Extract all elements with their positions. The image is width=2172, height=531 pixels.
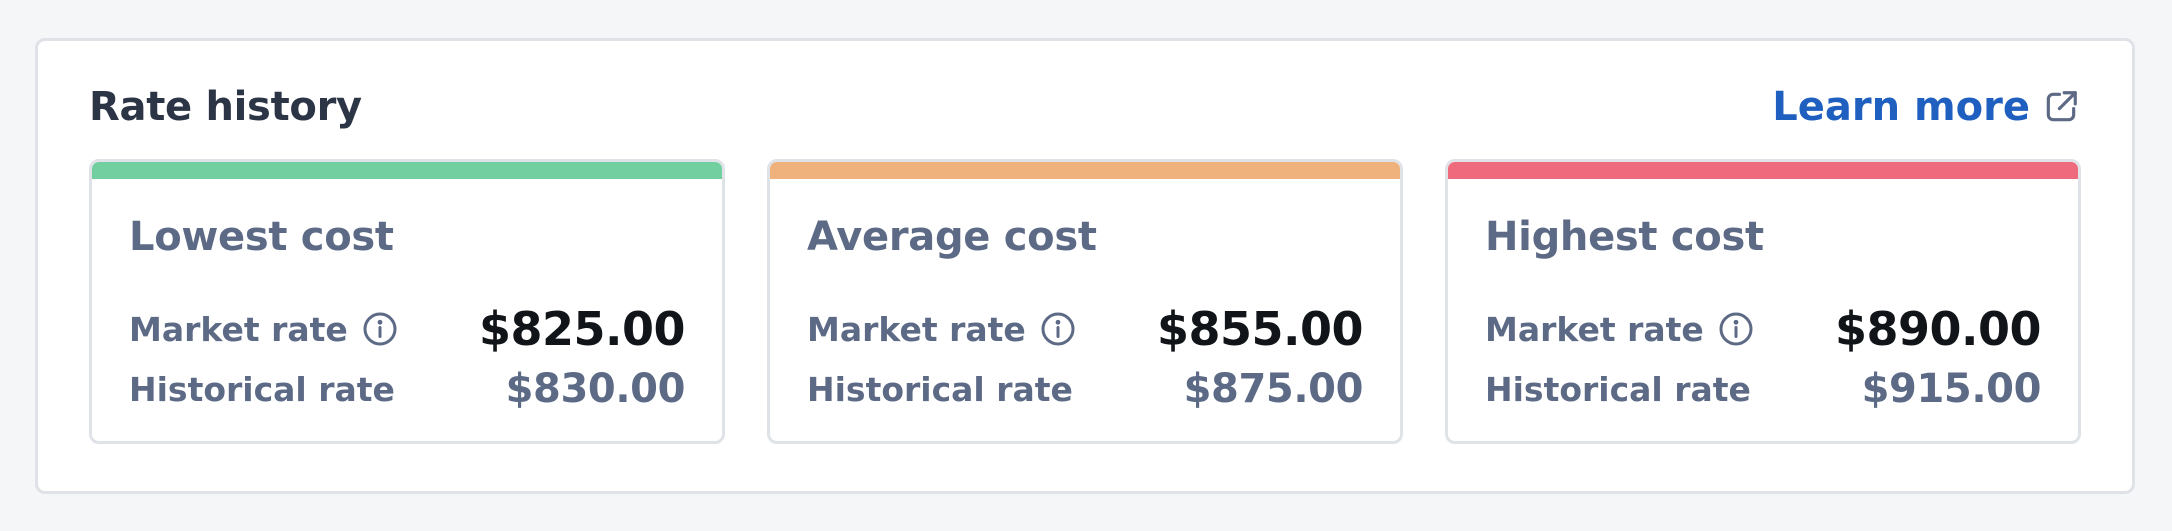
historical-rate-label: Historical rate <box>807 369 1073 409</box>
historical-rate-row: Historical rate $915.00 <box>1485 366 2041 412</box>
info-icon[interactable] <box>1040 311 1076 347</box>
market-rate-row: Market rate $855.00 <box>807 302 1364 356</box>
historical-rate-row: Historical rate $830.00 <box>129 366 685 412</box>
historical-rate-value: $915.00 <box>1861 366 2042 412</box>
historical-rate-label: Historical rate <box>129 369 395 409</box>
card-accent-bar <box>92 162 722 179</box>
market-rate-value: $825.00 <box>478 302 686 356</box>
market-rate-row: Market rate $825.00 <box>129 302 686 356</box>
market-rate-label-group: Market rate <box>807 310 1076 349</box>
card-accent-bar <box>770 162 1400 179</box>
card-title: Highest cost <box>1485 214 1764 260</box>
external-link-icon <box>2046 91 2077 122</box>
average-cost-card: Average cost Market rate $855.00 Histori… <box>767 159 1403 444</box>
historical-rate-value: $875.00 <box>1183 366 1364 412</box>
market-rate-value: $890.00 <box>1834 302 2042 356</box>
market-rate-label-group: Market rate <box>129 310 398 349</box>
market-rate-label-group: Market rate <box>1485 310 1754 349</box>
historical-rate-value: $830.00 <box>505 366 686 412</box>
historical-rate-row: Historical rate $875.00 <box>807 366 1363 412</box>
learn-more-label: Learn more <box>1772 84 2030 130</box>
info-icon[interactable] <box>1718 311 1754 347</box>
historical-rate-label: Historical rate <box>1485 369 1751 409</box>
market-rate-label: Market rate <box>807 309 1026 349</box>
market-rate-label: Market rate <box>129 309 348 349</box>
card-title: Lowest cost <box>129 214 394 260</box>
learn-more-link[interactable]: Learn more <box>1772 84 2080 130</box>
market-rate-row: Market rate $890.00 <box>1485 302 2042 356</box>
market-rate-value: $855.00 <box>1156 302 1364 356</box>
card-accent-bar <box>1448 162 2078 179</box>
highest-cost-card: Highest cost Market rate $890.00 Histori… <box>1445 159 2081 444</box>
panel-title: Rate history <box>89 84 362 130</box>
cost-cards: Lowest cost Market rate $825.00 Historic… <box>89 159 2081 444</box>
rate-history-panel: Rate history Learn more Lowest cost Mark… <box>35 38 2135 494</box>
market-rate-label: Market rate <box>1485 309 1704 349</box>
card-title: Average cost <box>807 214 1097 260</box>
lowest-cost-card: Lowest cost Market rate $825.00 Historic… <box>89 159 725 444</box>
info-icon[interactable] <box>362 311 398 347</box>
